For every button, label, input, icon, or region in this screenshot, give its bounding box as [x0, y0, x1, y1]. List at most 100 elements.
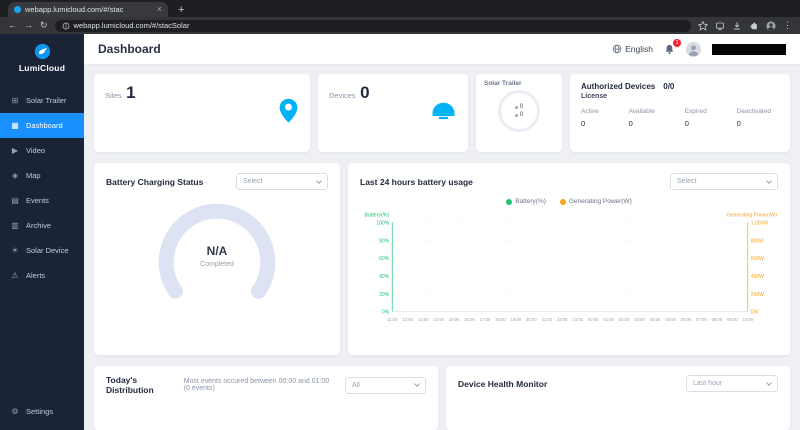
chart-legend: Battery(%) Generating Power(W) — [360, 198, 778, 205]
settings-gear-icon: ⚙ — [11, 407, 19, 416]
browser-actions: ⋮ — [698, 20, 792, 31]
x-tick: 05:00 — [665, 317, 676, 322]
bookmark-star-icon[interactable] — [698, 20, 708, 31]
y-tick: 60% — [379, 256, 390, 262]
solar-trailer-count: 0 — [519, 112, 524, 118]
x-tick: 02:00 — [619, 317, 630, 322]
user-avatar[interactable] — [686, 41, 701, 57]
todays-distribution-card: Today's Distribution Most events occured… — [94, 366, 438, 430]
sidebar-item-dashboard[interactable]: ▦ Dashboard — [0, 113, 84, 138]
y-tick: 100% — [376, 221, 389, 227]
legend-dot-orange — [559, 198, 566, 205]
sidebar-item-solar-trailer[interactable]: ⊞ Solar Trailer — [0, 88, 84, 113]
legend-battery[interactable]: Battery(%) — [506, 198, 546, 205]
sidebar-item-label: Settings — [26, 407, 54, 416]
new-tab-button[interactable]: + — [178, 5, 184, 16]
site-info-icon[interactable] — [62, 22, 70, 30]
devices-card: Devices 0 — [318, 74, 468, 152]
x-tick: 21:00 — [542, 317, 553, 322]
sidebar-item-settings[interactable]: ⚙ Settings — [0, 399, 84, 424]
map-icon: ◈ — [11, 171, 19, 180]
sidebar-item-alerts[interactable]: ⚠ Alerts — [0, 263, 84, 288]
legend-generating-power[interactable]: Generating Power(W) — [559, 198, 632, 205]
sidebar-item-label: Archive — [26, 221, 52, 230]
browser-tab[interactable]: webapp.lumicloud.com/#/stac × — [8, 2, 168, 17]
sidebar-item-label: Alerts — [26, 271, 46, 280]
sidebar-item-video[interactable]: ▶ Video — [0, 138, 84, 163]
forward-icon[interactable]: → — [24, 21, 33, 30]
tab-title: webapp.lumicloud.com/#/stac — [25, 5, 124, 14]
x-tick: 08:00 — [712, 317, 723, 322]
dashboard-icon: ▦ — [11, 121, 19, 130]
save-page-icon[interactable] — [715, 21, 725, 31]
authorized-devices-title: Authorized Devices — [581, 82, 656, 91]
sidebar-item-label: Solar Trailer — [26, 96, 67, 105]
x-tick: 07:00 — [696, 317, 707, 322]
solar-trailer-count: 0 — [519, 104, 524, 110]
solar-device-icon: ☀ — [11, 246, 19, 255]
x-tick: 00:00 — [588, 317, 599, 322]
x-tick: 14:00 — [433, 317, 444, 322]
app-window: LumiCloud ⊞ Solar Trailer ▦ Dashboard ▶ … — [0, 34, 800, 430]
content: Dashboard English 1 Sites 1 Devices 0 So… — [84, 34, 800, 430]
distribution-select[interactable]: All — [345, 376, 426, 394]
download-icon[interactable] — [732, 21, 742, 31]
y-left-axis-title: Battery(%) — [365, 212, 390, 218]
select-value: Select — [243, 178, 263, 185]
x-tick: 17:00 — [480, 317, 491, 322]
x-tick: 09:00 — [727, 317, 738, 322]
logo-text: LumiCloud — [18, 63, 66, 73]
chevron-down-icon — [766, 177, 772, 184]
x-tick: 20:00 — [526, 317, 537, 322]
language-selector[interactable]: English — [612, 44, 653, 54]
chevron-down-icon — [766, 379, 772, 386]
sidebar-item-map[interactable]: ◈ Map — [0, 163, 84, 188]
y-tick: 800W — [751, 238, 764, 244]
distribution-subtitle: Most events occured between 00:00 and 01… — [183, 378, 330, 392]
sidebar-item-archive[interactable]: ▥ Archive — [0, 213, 84, 238]
browser-toolbar: ← → ↻ webapp.lumicloud.com/#/stacSolar ⋮ — [0, 17, 800, 34]
battery-status-select[interactable]: Select — [236, 173, 328, 190]
chevron-down-icon — [414, 381, 420, 387]
battery-usage-card: Last 24 hours battery usage Select Batte… — [348, 163, 790, 355]
sidebar-item-label: Dashboard — [26, 121, 63, 130]
x-tick: 11:00 — [387, 317, 398, 322]
reload-icon[interactable]: ↻ — [40, 21, 48, 30]
location-pin-icon — [278, 98, 299, 129]
health-monitor-select[interactable]: Last hour — [686, 375, 778, 392]
solar-trailer-ring: 0 0 — [498, 90, 540, 132]
browser-menu-icon[interactable]: ⋮ — [783, 21, 792, 30]
notifications-button[interactable]: 1 — [664, 38, 681, 55]
sidebar-footer: ⚙ Settings — [0, 399, 84, 430]
alerts-icon: ⚠ — [11, 271, 19, 280]
sidebar-item-solar-device[interactable]: ☀ Solar Device — [0, 238, 84, 263]
sidebar: LumiCloud ⊞ Solar Trailer ▦ Dashboard ▶ … — [0, 34, 84, 430]
archive-icon: ▥ — [11, 221, 19, 230]
sites-value: 1 — [126, 83, 136, 102]
authorized-devices-ratio: 0/0 — [663, 82, 675, 91]
address-bar[interactable]: webapp.lumicloud.com/#/stacSolar — [54, 19, 691, 32]
license-columns: Active 0 Available 0 Expired 0 Deactivat… — [581, 108, 779, 128]
dome-camera-icon — [430, 102, 457, 125]
y-tick: 600W — [751, 256, 764, 262]
y-tick: 1,000W — [751, 221, 769, 227]
devices-value: 0 — [360, 83, 370, 102]
header-actions: English 1 — [612, 38, 786, 57]
battery-usage-select[interactable]: Select — [670, 173, 778, 190]
sidebar-item-label: Map — [26, 171, 41, 180]
back-icon[interactable]: ← — [8, 21, 17, 30]
x-tick: 12:00 — [402, 317, 413, 322]
tab-close-icon[interactable]: × — [157, 5, 162, 14]
events-icon: ▤ — [11, 196, 19, 205]
solar-trailer-label: Solar Trailer — [484, 80, 522, 87]
solar-trailer-row: 0 — [514, 112, 524, 118]
solar-trailer-row: 0 — [514, 104, 524, 110]
distribution-title: Today's Distribution — [106, 375, 154, 395]
screen: webapp.lumicloud.com/#/stac × + ← → ↻ we… — [0, 0, 800, 430]
extensions-icon[interactable] — [749, 21, 759, 31]
x-tick: 10:00 — [743, 317, 754, 322]
devices-label: Devices — [329, 91, 356, 100]
legend-dot-green — [506, 198, 513, 205]
sidebar-item-events[interactable]: ▤ Events — [0, 188, 84, 213]
browser-profile-avatar[interactable] — [766, 20, 776, 31]
